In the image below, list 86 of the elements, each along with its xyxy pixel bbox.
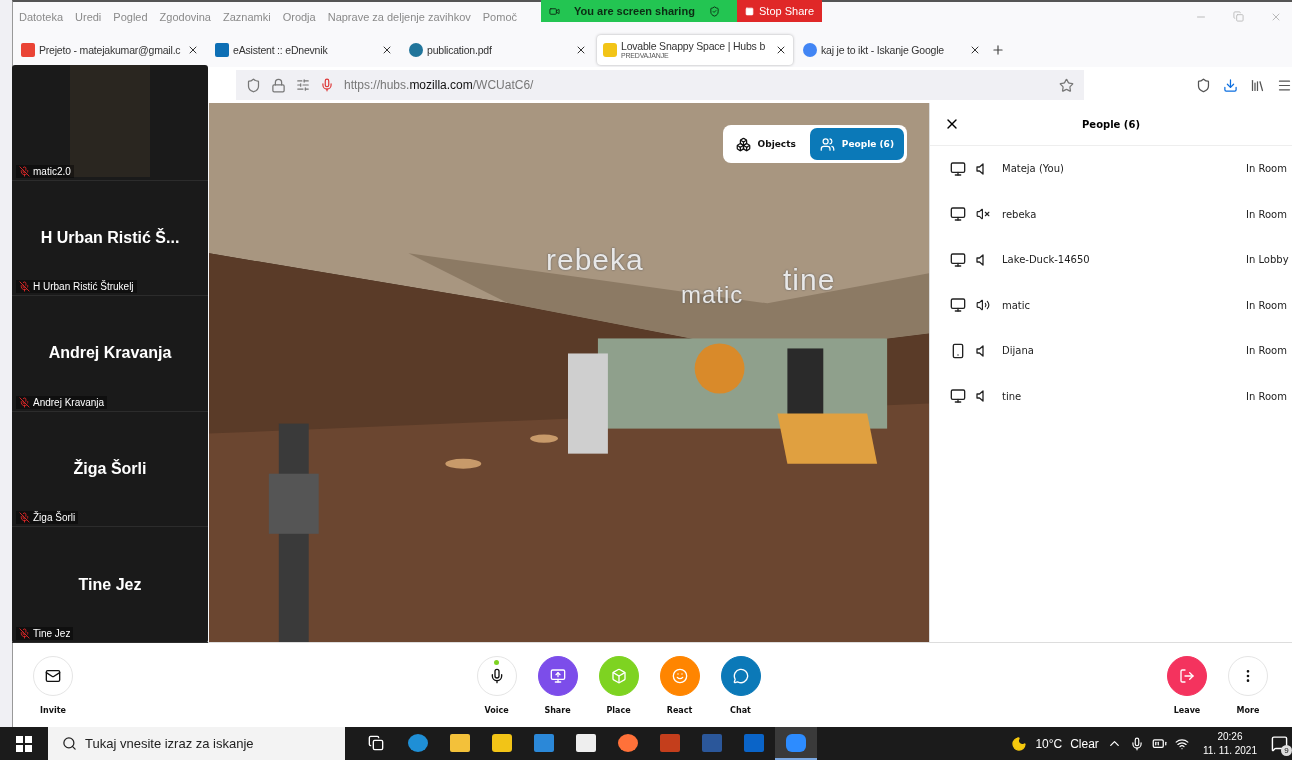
- avatar-name-tag: rebeka: [546, 243, 644, 277]
- bookmark-star-icon[interactable]: [1059, 77, 1075, 93]
- microphone-icon[interactable]: [1129, 736, 1144, 751]
- notifications-icon[interactable]: [1271, 735, 1288, 752]
- person-status: In Room: [1246, 345, 1288, 357]
- participant-name: H Urban Ristić Š...: [40, 228, 180, 247]
- participant-name: Žiga Šorli: [73, 460, 147, 479]
- cubes-icon: [735, 136, 751, 152]
- pocket-icon[interactable]: [1196, 77, 1212, 93]
- person-status: In Room: [1246, 163, 1288, 175]
- microphone-icon: [320, 78, 334, 92]
- task-view-icon: [368, 734, 384, 751]
- stop-icon: [745, 6, 754, 16]
- monitor-icon: [950, 160, 966, 177]
- avatar-name-tag: tine: [783, 263, 836, 297]
- people-icon: [819, 136, 835, 152]
- monitor-icon: [950, 388, 966, 405]
- address-bar[interactable]: https://hubs.mozilla.com/WCUatC6/: [236, 70, 1085, 100]
- monitor-icon: [950, 206, 966, 223]
- browser-tab[interactable]: Prejeto - matejakumar@gmail.c: [15, 34, 205, 65]
- person-name: tine: [1002, 390, 1023, 402]
- taskbar-clock[interactable]: 20:26 11. 11. 2021: [1202, 729, 1257, 758]
- tab-title: kaj je to ikt - Iskanje Google: [821, 43, 945, 56]
- windows-logo-icon: [16, 735, 32, 752]
- new-tab-icon[interactable]: [991, 42, 1005, 57]
- search-icon: [62, 736, 77, 751]
- participant-label: Tine Jez: [33, 627, 71, 639]
- browser-tab[interactable]: kaj je to ikt - Iskanje Google: [797, 34, 987, 65]
- person-name: Mateja (You): [1002, 163, 1065, 175]
- wifi-icon[interactable]: [1174, 736, 1189, 751]
- monitor-icon: [950, 251, 966, 268]
- menu-item[interactable]: Pogled: [113, 11, 148, 23]
- person-row[interactable]: Lake-Duck-14650 In Lobby: [930, 237, 1292, 283]
- permissions-icon: [296, 78, 310, 92]
- taskbar-search-field[interactable]: Tukaj vnesite izraz za iskanje: [48, 727, 345, 760]
- participant-name: Andrej Kravanja: [48, 344, 172, 363]
- download-icon[interactable]: [1223, 77, 1239, 93]
- toggle-button[interactable]: People (6): [809, 128, 904, 160]
- participant-label: Andrej Kravanja: [33, 396, 105, 408]
- participant-label: H Urban Ristić Štrukelj: [33, 281, 134, 293]
- notification-count: 9: [1281, 745, 1292, 756]
- monitor-icon: [950, 297, 966, 314]
- participant-name: Tine Jez: [78, 575, 142, 594]
- browser-tab[interactable]: publication.pdf: [403, 34, 593, 65]
- stop-share-button[interactable]: Stop Share: [737, 0, 823, 22]
- sharing-status-text: You are screen sharing: [574, 5, 695, 17]
- weather-text: Clear: [1070, 736, 1099, 751]
- cube-icon: [610, 667, 627, 684]
- tab-title: eAsistent :: eDnevnik: [233, 43, 329, 56]
- person-status: In Room: [1246, 208, 1288, 220]
- menu-icon[interactable]: [1277, 77, 1292, 93]
- chat-bubble-icon: [732, 667, 749, 684]
- panel-title: People (6): [1081, 118, 1141, 130]
- screen-share-icon: [549, 667, 566, 684]
- moon-icon: [1011, 735, 1028, 752]
- camera-icon: [549, 5, 560, 17]
- circle-logo-icon: [409, 42, 423, 57]
- person-name: Lake-Duck-14650: [1002, 254, 1091, 266]
- tab-title: Prejeto - matejakumar@gmail.c: [39, 43, 182, 56]
- person-row[interactable]: Mateja (You) In Room: [930, 146, 1292, 192]
- person-row[interactable]: matic In Room: [930, 282, 1292, 328]
- battery-icon[interactable]: [1151, 736, 1167, 751]
- tab-title: publication.pdf: [427, 43, 493, 56]
- phone-icon: [950, 342, 966, 359]
- person-status: In Room: [1246, 299, 1288, 311]
- exit-icon: [1179, 667, 1195, 684]
- person-name: rebeka: [1002, 208, 1038, 220]
- smiley-icon: [671, 667, 688, 684]
- person-status: In Lobby: [1246, 254, 1290, 266]
- person-name: matic: [1002, 299, 1032, 311]
- participant-label: Žiga Šorli: [33, 512, 76, 524]
- person-status: In Room: [1246, 390, 1288, 402]
- shield-icon: [246, 77, 261, 93]
- participant-label: matic2.0: [33, 165, 71, 177]
- app-logo-icon: [215, 42, 229, 57]
- lock-icon: [271, 77, 286, 93]
- person-row[interactable]: tine In Room: [930, 373, 1292, 419]
- person-name: Dijana: [1002, 345, 1035, 357]
- shield-icon: [708, 5, 720, 17]
- temperature-text: 10°C: [1035, 736, 1063, 751]
- tab-title: Lovable Snappy Space | Hubs b: [621, 40, 767, 52]
- library-icon[interactable]: [1250, 77, 1266, 93]
- person-row[interactable]: Dijana In Room: [930, 328, 1292, 374]
- avatar-name-tag: matic: [681, 281, 744, 309]
- browser-tab[interactable]: eAsistent :: eDnevnik: [209, 34, 399, 65]
- person-row[interactable]: rebeka In Room: [930, 191, 1292, 237]
